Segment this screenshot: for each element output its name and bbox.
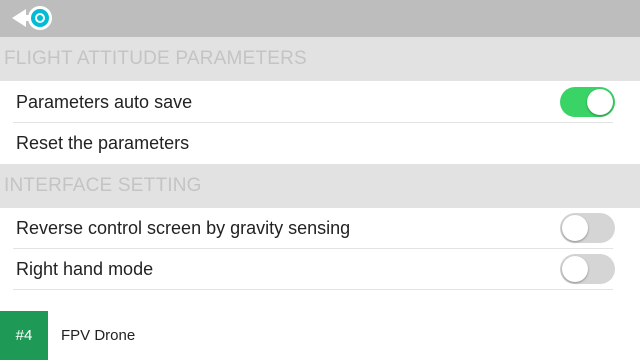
- settings-row-right-hand-mode[interactable]: Right hand mode: [0, 249, 640, 290]
- back-arrow-icon: [12, 6, 52, 30]
- section-title: INTERFACE SETTING: [4, 175, 202, 196]
- app-caption-bar: #4 FPV Drone: [0, 311, 640, 360]
- settings-row-reset-parameters[interactable]: Reset the parameters: [0, 123, 640, 164]
- auto-save-toggle[interactable]: [560, 87, 615, 117]
- section-title: FLIGHT ATTITUDE PARAMETERS: [4, 48, 307, 69]
- row-label: Reverse control screen by gravity sensin…: [16, 218, 351, 238]
- settings-row-auto-save[interactable]: Parameters auto save: [0, 82, 640, 123]
- row-divider: [13, 289, 613, 290]
- reverse-control-toggle[interactable]: [560, 213, 615, 243]
- settings-row-reverse-control[interactable]: Reverse control screen by gravity sensin…: [0, 208, 640, 249]
- toggle-knob: [562, 256, 588, 282]
- right-hand-mode-toggle[interactable]: [560, 254, 615, 284]
- rank-badge: #4: [0, 311, 48, 360]
- section-header-flight-attitude: FLIGHT ATTITUDE PARAMETERS: [0, 37, 640, 81]
- row-label: Right hand mode: [16, 259, 154, 279]
- back-button[interactable]: [10, 4, 56, 32]
- toggle-knob: [587, 89, 613, 115]
- toggle-knob: [562, 215, 588, 241]
- section-header-interface-setting: INTERFACE SETTING: [0, 164, 640, 208]
- row-label: Parameters auto save: [16, 92, 193, 112]
- top-app-bar: [0, 0, 640, 37]
- row-label: Reset the parameters: [16, 133, 190, 153]
- app-name: FPV Drone: [61, 327, 136, 344]
